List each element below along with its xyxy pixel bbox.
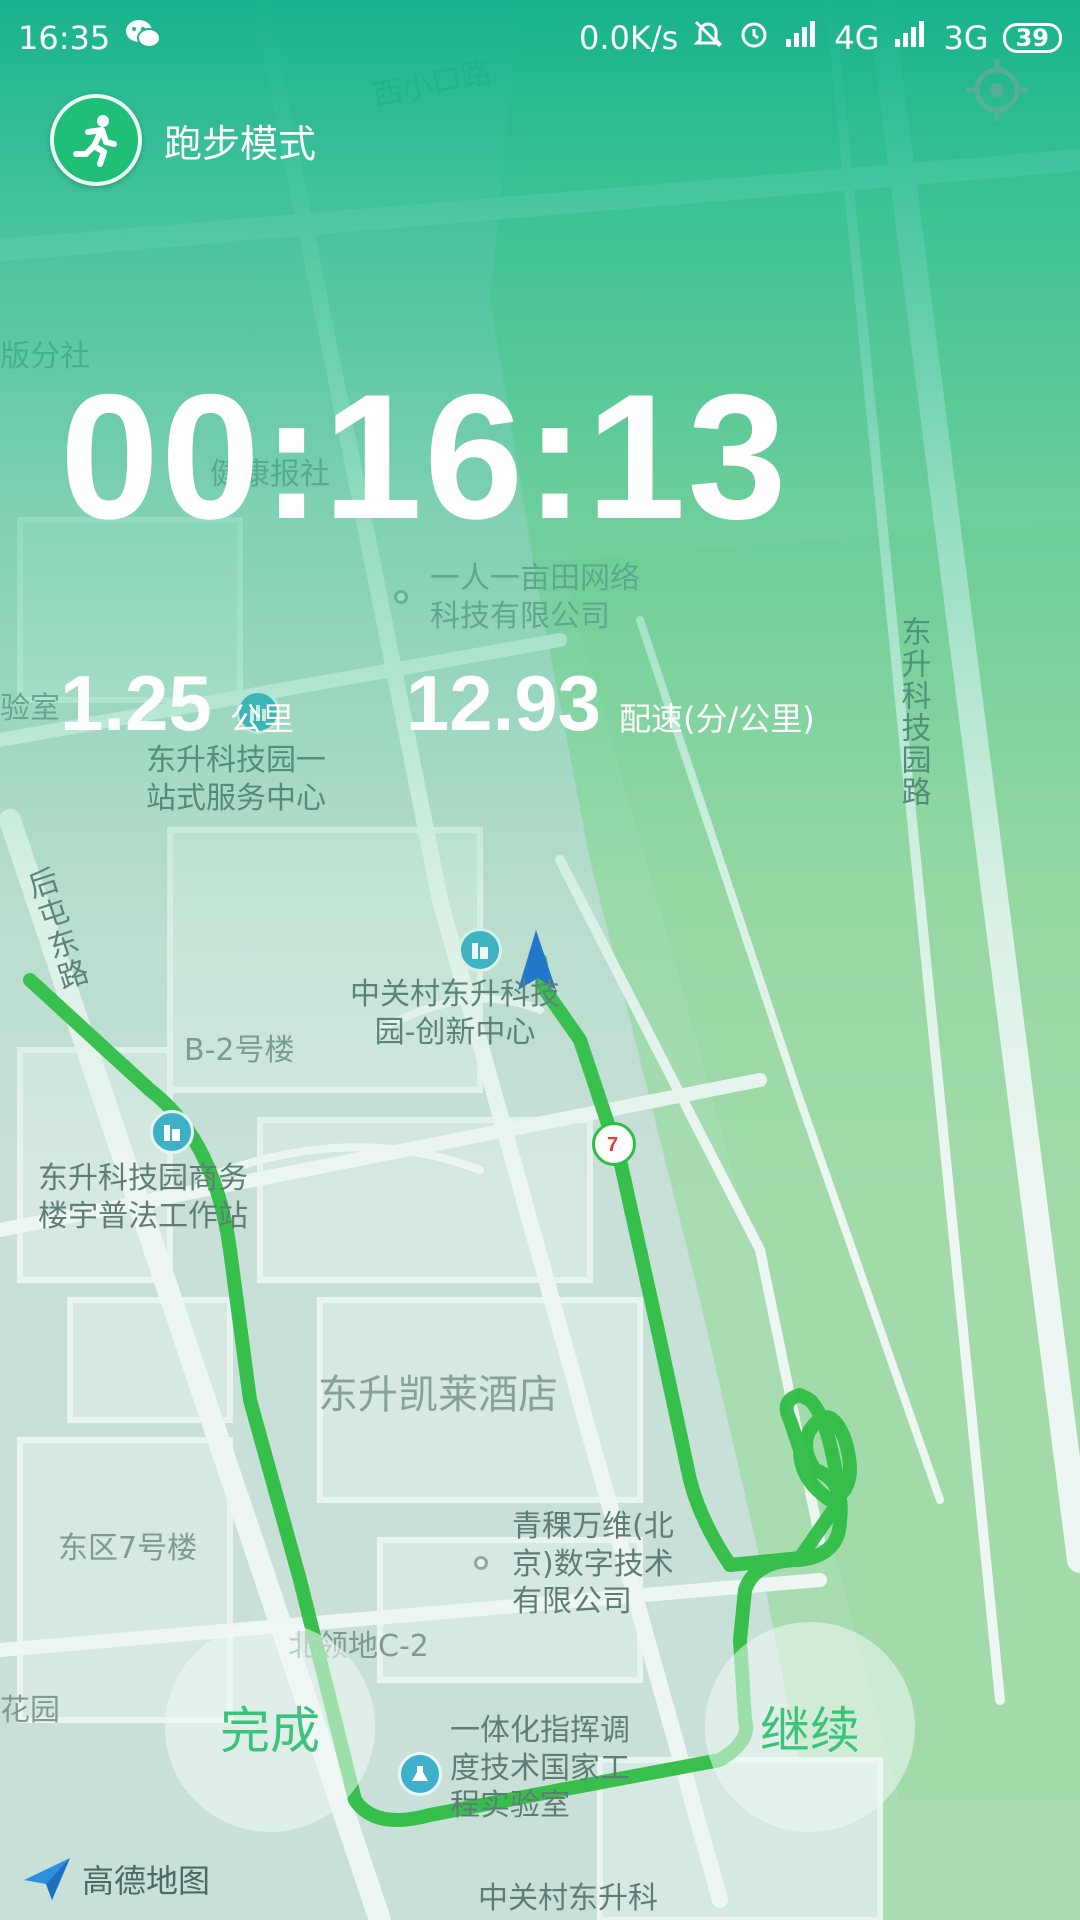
map-label-poi: 东升科技园一 站式服务中心 <box>146 742 326 817</box>
map-provider-name: 高德地图 <box>82 1862 211 1900</box>
map-label-poi: 一人一亩田网络 科技有限公司 <box>430 560 720 635</box>
mode-header[interactable]: 跑步模式 <box>50 94 316 186</box>
elapsed-timer: 00:16:13 <box>60 357 789 556</box>
map-label-poi: 东升凯莱酒店 <box>318 1372 558 1418</box>
map-label-poi: 中关村东升科 <box>478 1881 658 1916</box>
building-icon <box>164 1125 180 1141</box>
status-bar: 16:35 0.0K/s 4G 3G 39 <box>0 0 1080 76</box>
run-stats: 1.25 公里 12.93 配速(分/公里) <box>60 664 815 742</box>
map-label-text: 一人一亩田网络 科技有限公司 <box>430 561 640 634</box>
map-canvas <box>0 0 1080 1920</box>
map-label-poi: 花园 <box>0 1693 60 1728</box>
pace-value: 12.93 <box>405 659 602 747</box>
map-label-poi: 验室 <box>0 691 60 726</box>
pace-unit: 配速(分/公里) <box>619 700 815 738</box>
map-label-poi: 青稞万维(北 京)数字技术 有限公司 <box>512 1508 674 1621</box>
map-poi-marker[interactable] <box>394 590 408 604</box>
signal-icon <box>784 19 820 57</box>
map-view[interactable]: 西小口路 版分社 健康报社 一人一亩田网络 科技有限公司 验室 东升科技园一 站… <box>0 0 1080 1920</box>
alarm-icon <box>738 18 770 58</box>
map-label-text: 青稞万维(北 京)数字技术 有限公司 <box>512 1509 674 1619</box>
map-label-poi: 中关村东升科技 园-创新中心 <box>350 976 560 1051</box>
running-person-icon <box>50 94 142 186</box>
finish-button[interactable]: 完成 <box>165 1622 375 1832</box>
map-label-text: 东升科技园商务 楼宇普法工作站 <box>38 1161 248 1234</box>
svg-text:7: 7 <box>607 1134 618 1156</box>
distance-value: 1.25 <box>60 659 212 747</box>
building-icon <box>472 943 488 959</box>
amap-logo-icon <box>24 1858 70 1900</box>
map-label-poi: 一体化指挥调 度技术国家工 程实验室 <box>450 1712 630 1825</box>
lab-flask-icon <box>412 1766 428 1781</box>
convenience-store-icon: 7 <box>607 1134 618 1156</box>
network-type-1: 4G <box>834 19 880 57</box>
map-poi-marker[interactable] <box>398 1752 442 1796</box>
map-label-poi: 东区7号楼 <box>58 1531 198 1566</box>
signal-icon <box>893 19 929 57</box>
map-poi-marker[interactable] <box>474 1556 488 1570</box>
map-label-poi: 东升科技园商务 楼宇普法工作站 <box>38 1160 248 1235</box>
status-bar-left: 16:35 <box>18 18 162 58</box>
map-poi-marker[interactable] <box>150 1110 194 1154</box>
map-label-poi: B-2号楼 <box>184 1033 295 1068</box>
map-provider-logo: 高德地图 <box>20 1854 210 1904</box>
distance-unit: 公里 <box>229 700 294 738</box>
mute-icon <box>692 18 724 58</box>
status-time: 16:35 <box>18 19 111 57</box>
wechat-icon <box>124 18 162 58</box>
mode-title: 跑步模式 <box>164 121 317 166</box>
locate-button[interactable] <box>942 40 1052 140</box>
network-speed: 0.0K/s <box>578 19 679 57</box>
map-label-text: 中关村东升科技 园-创新中心 <box>350 977 560 1050</box>
map-poi-marker[interactable] <box>458 928 502 972</box>
map-label-road: 东升科技园路 <box>895 616 931 808</box>
map-label-text: 一体化指挥调 度技术国家工 程实验室 <box>450 1713 630 1823</box>
map-label-text: 东升科技园一 站式服务中心 <box>146 743 326 816</box>
continue-button[interactable]: 继续 <box>705 1622 915 1832</box>
map-poi-marker[interactable]: 7 <box>592 1122 636 1166</box>
locate-icon <box>966 59 1028 121</box>
